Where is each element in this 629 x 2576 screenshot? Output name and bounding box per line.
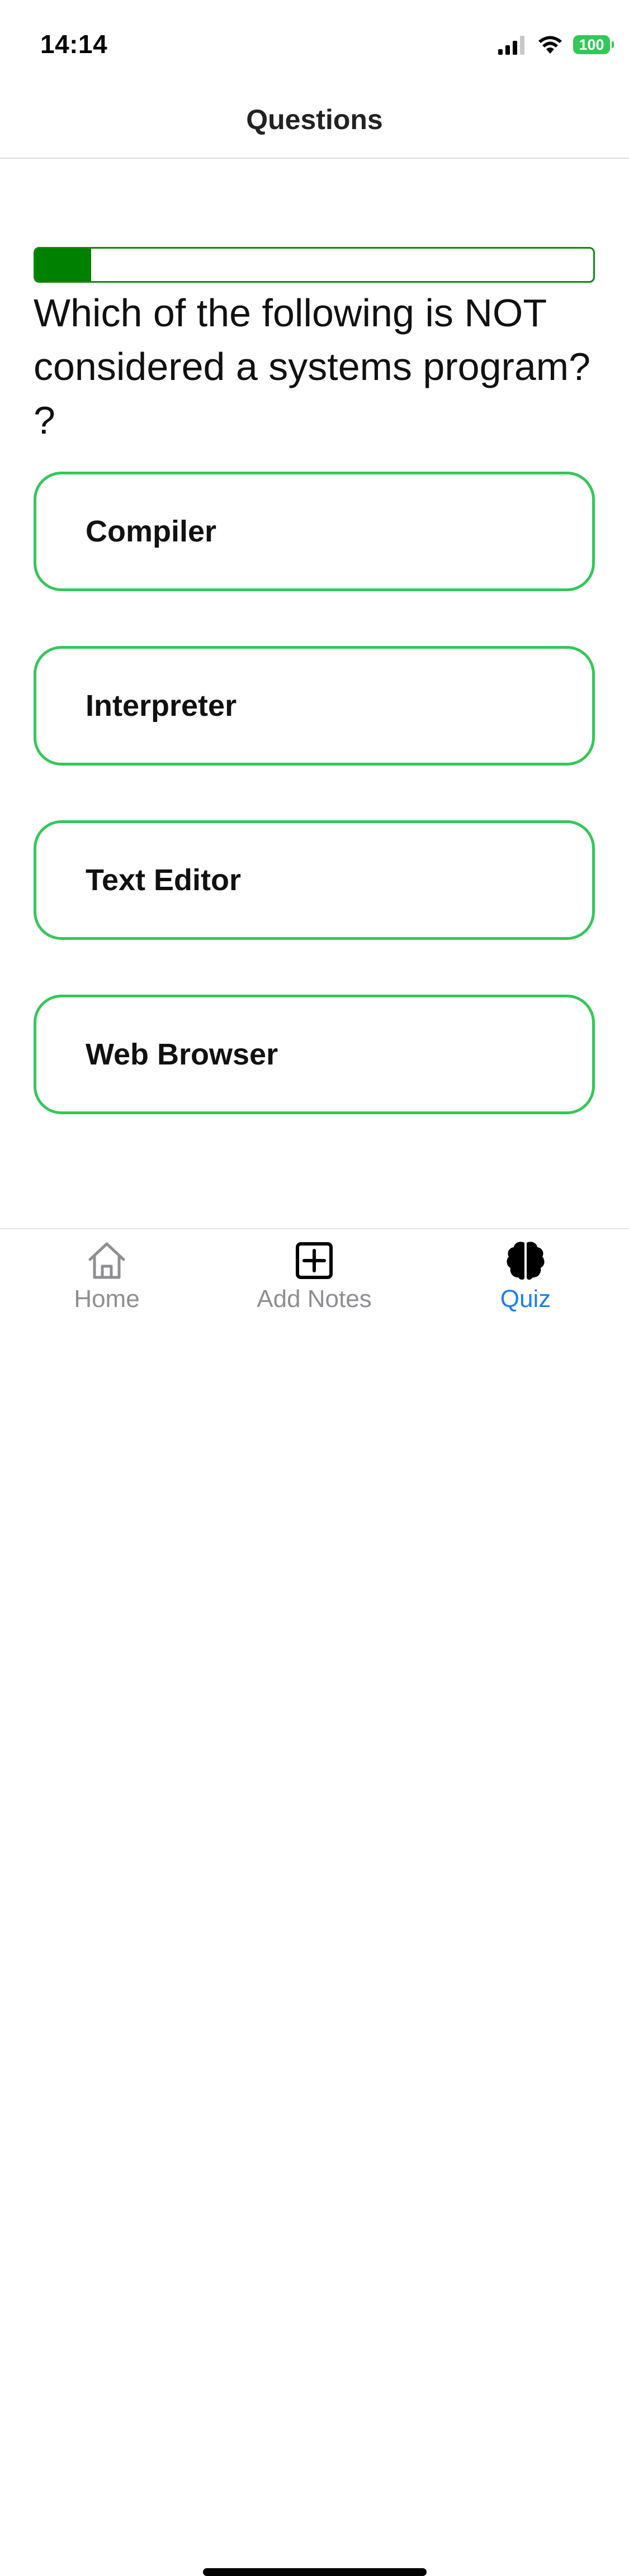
quiz-progress-fill — [35, 249, 91, 281]
answer-list: Compiler Interpreter Text Editor Web Bro… — [34, 472, 595, 1169]
nav-bar: Questions — [0, 84, 629, 159]
home-indicator — [203, 2568, 427, 2576]
tab-home-label: Home — [74, 1285, 140, 1313]
brain-icon — [507, 1242, 545, 1280]
plus-square-icon — [296, 1242, 333, 1279]
tab-add-notes[interactable]: Add Notes — [230, 1238, 398, 1313]
status-bar: 14:14 100 — [0, 0, 629, 84]
tab-bar: Home Add Notes Quiz — [0, 1228, 629, 2576]
answer-option-text-editor[interactable]: Text Editor — [34, 820, 595, 940]
battery-icon: 100 — [573, 35, 614, 54]
signal-icon — [498, 36, 524, 55]
battery-level: 100 — [579, 36, 604, 53]
status-time: 14:14 — [40, 30, 108, 59]
page-title: Questions — [246, 104, 383, 135]
tab-home[interactable]: Home — [23, 1238, 191, 1313]
tab-add-notes-label: Add Notes — [257, 1285, 372, 1313]
answer-option-web-browser[interactable]: Web Browser — [34, 995, 595, 1114]
answer-label: Web Browser — [86, 1038, 278, 1071]
status-icons: 100 — [497, 32, 614, 57]
answer-option-interpreter[interactable]: Interpreter — [34, 646, 595, 766]
tab-quiz-label: Quiz — [500, 1285, 551, 1313]
answer-label: Compiler — [86, 515, 217, 548]
answer-option-compiler[interactable]: Compiler — [34, 472, 595, 591]
home-icon — [88, 1242, 125, 1279]
question-text: Which of the following is NOT considered… — [34, 291, 590, 442]
quiz-progress-bar — [34, 247, 595, 283]
wifi-icon — [538, 36, 562, 54]
answer-label: Text Editor — [86, 863, 242, 897]
tab-quiz[interactable]: Quiz — [442, 1238, 609, 1313]
answer-label: Interpreter — [86, 689, 237, 723]
